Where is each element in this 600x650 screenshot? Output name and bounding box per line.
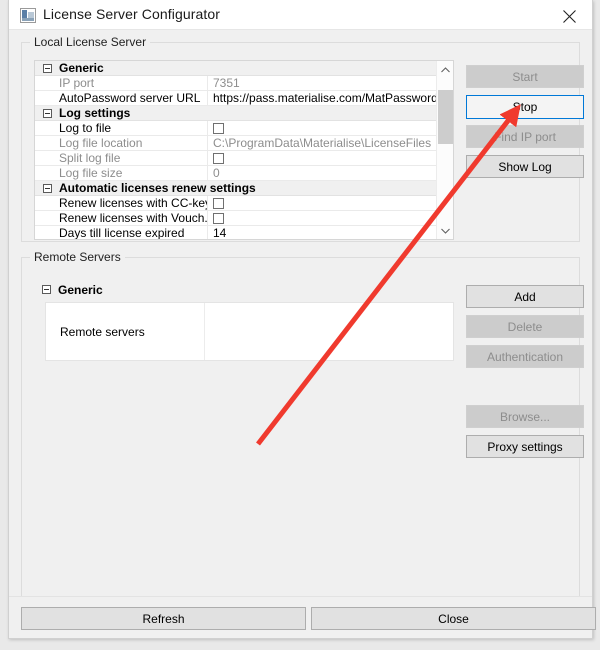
property-row-label: Days till license expired xyxy=(59,226,207,240)
property-row[interactable]: AutoPassword server URL https://pass.mate… xyxy=(35,91,453,106)
property-category-label: Automatic licenses renew settings xyxy=(59,181,256,196)
remote-grid-column-divider xyxy=(204,303,205,360)
proxy-settings-button[interactable]: Proxy settings xyxy=(466,435,584,458)
add-button[interactable]: Add xyxy=(466,285,584,308)
show-log-button[interactable]: Show Log xyxy=(466,155,584,178)
app-window-icon xyxy=(20,8,36,23)
property-column-divider xyxy=(207,196,208,211)
property-row-checkbox[interactable] xyxy=(213,213,224,224)
start-button: Start xyxy=(466,65,584,88)
local-server-property-grid[interactable]: GenericIP port7351AutoPassword server UR… xyxy=(34,60,454,240)
close-button[interactable]: Close xyxy=(311,607,596,630)
property-column-divider xyxy=(207,151,208,166)
property-column-divider xyxy=(207,211,208,226)
license-server-configurator-window: License Server Configurator Local Licens… xyxy=(8,0,593,639)
property-column-divider xyxy=(207,76,208,91)
property-row-label: AutoPassword server URL xyxy=(59,91,207,106)
property-category-row[interactable]: Automatic licenses renew settings xyxy=(35,181,453,196)
find-ip-port-button: Find IP port xyxy=(466,125,584,148)
title-bar: License Server Configurator xyxy=(9,0,592,30)
property-row-checkbox[interactable] xyxy=(213,198,224,209)
property-category-label: Log settings xyxy=(59,106,130,121)
property-row-value[interactable]: https://pass.materialise.com/MatPassword… xyxy=(213,91,451,106)
property-column-divider xyxy=(207,136,208,151)
close-icon[interactable] xyxy=(547,0,592,29)
property-row-value[interactable]: C:\ProgramData\Materialise\LicenseFiles xyxy=(213,136,451,151)
delete-button: Delete xyxy=(466,315,584,338)
scrollbar-thumb[interactable] xyxy=(438,90,453,145)
remote-servers-row-value[interactable] xyxy=(210,303,451,360)
property-row[interactable]: Log to file xyxy=(35,121,453,136)
property-row-label: Renew licenses with Vouch... xyxy=(59,211,207,226)
window-shadow-left xyxy=(0,0,8,650)
property-row[interactable]: Log file size 0 xyxy=(35,166,453,181)
property-row-label: Split log file xyxy=(59,151,207,166)
property-category-row[interactable]: Log settings xyxy=(35,106,453,121)
local-license-server-legend: Local License Server xyxy=(30,35,150,49)
property-row-value[interactable]: 7351 xyxy=(213,76,451,91)
chevron-down-icon[interactable] xyxy=(437,222,454,239)
property-row[interactable]: Renew licenses with CC-key xyxy=(35,196,453,211)
remote-servers-row-label: Remote servers xyxy=(60,303,190,360)
window-shadow-bottom xyxy=(0,639,600,650)
property-row-checkbox[interactable] xyxy=(213,153,224,164)
collapse-minus-icon[interactable] xyxy=(42,285,51,294)
window-shadow-right xyxy=(593,0,600,650)
remote-servers-legend: Remote Servers xyxy=(30,250,125,264)
property-row-label: IP port xyxy=(59,76,207,91)
chevron-up-icon[interactable] xyxy=(437,61,454,78)
property-row[interactable]: Log file location C:\ProgramData\Material… xyxy=(35,136,453,151)
property-column-divider xyxy=(207,121,208,136)
collapse-minus-icon[interactable] xyxy=(43,64,52,73)
collapse-minus-icon[interactable] xyxy=(43,184,52,193)
property-row-value[interactable]: 14 xyxy=(213,226,451,240)
property-column-divider xyxy=(207,226,208,240)
property-row-label: Log file size xyxy=(59,166,207,181)
footer-bar: Refresh Close xyxy=(9,596,592,638)
property-row-label: Log to file xyxy=(59,121,207,136)
remote-generic-category[interactable]: Generic xyxy=(34,282,454,298)
collapse-minus-icon[interactable] xyxy=(43,109,52,118)
property-column-divider xyxy=(207,166,208,181)
property-row[interactable]: Renew licenses with Vouch... xyxy=(35,211,453,226)
property-grid-rows: GenericIP port7351AutoPassword server UR… xyxy=(35,61,453,240)
property-row[interactable]: Split log file xyxy=(35,151,453,166)
remote-generic-label: Generic xyxy=(58,282,103,298)
property-category-row[interactable]: Generic xyxy=(35,61,453,76)
property-row[interactable]: Days till license expired 14 xyxy=(35,226,453,240)
refresh-button[interactable]: Refresh xyxy=(21,607,306,630)
property-row-value[interactable]: 0 xyxy=(213,166,451,181)
browse-button: Browse... xyxy=(466,405,584,428)
property-column-divider xyxy=(207,91,208,106)
property-row-label: Renew licenses with CC-key xyxy=(59,196,207,211)
property-row-label: Log file location xyxy=(59,136,207,151)
stop-button[interactable]: Stop xyxy=(466,95,584,119)
remote-servers-grid[interactable]: Remote servers xyxy=(45,302,454,361)
property-row[interactable]: IP port 7351 xyxy=(35,76,453,91)
window-title: License Server Configurator xyxy=(43,6,220,22)
property-row-checkbox[interactable] xyxy=(213,123,224,134)
property-category-label: Generic xyxy=(59,61,104,76)
authentication-button: Authentication xyxy=(466,345,584,368)
property-grid-scrollbar[interactable] xyxy=(436,61,453,239)
